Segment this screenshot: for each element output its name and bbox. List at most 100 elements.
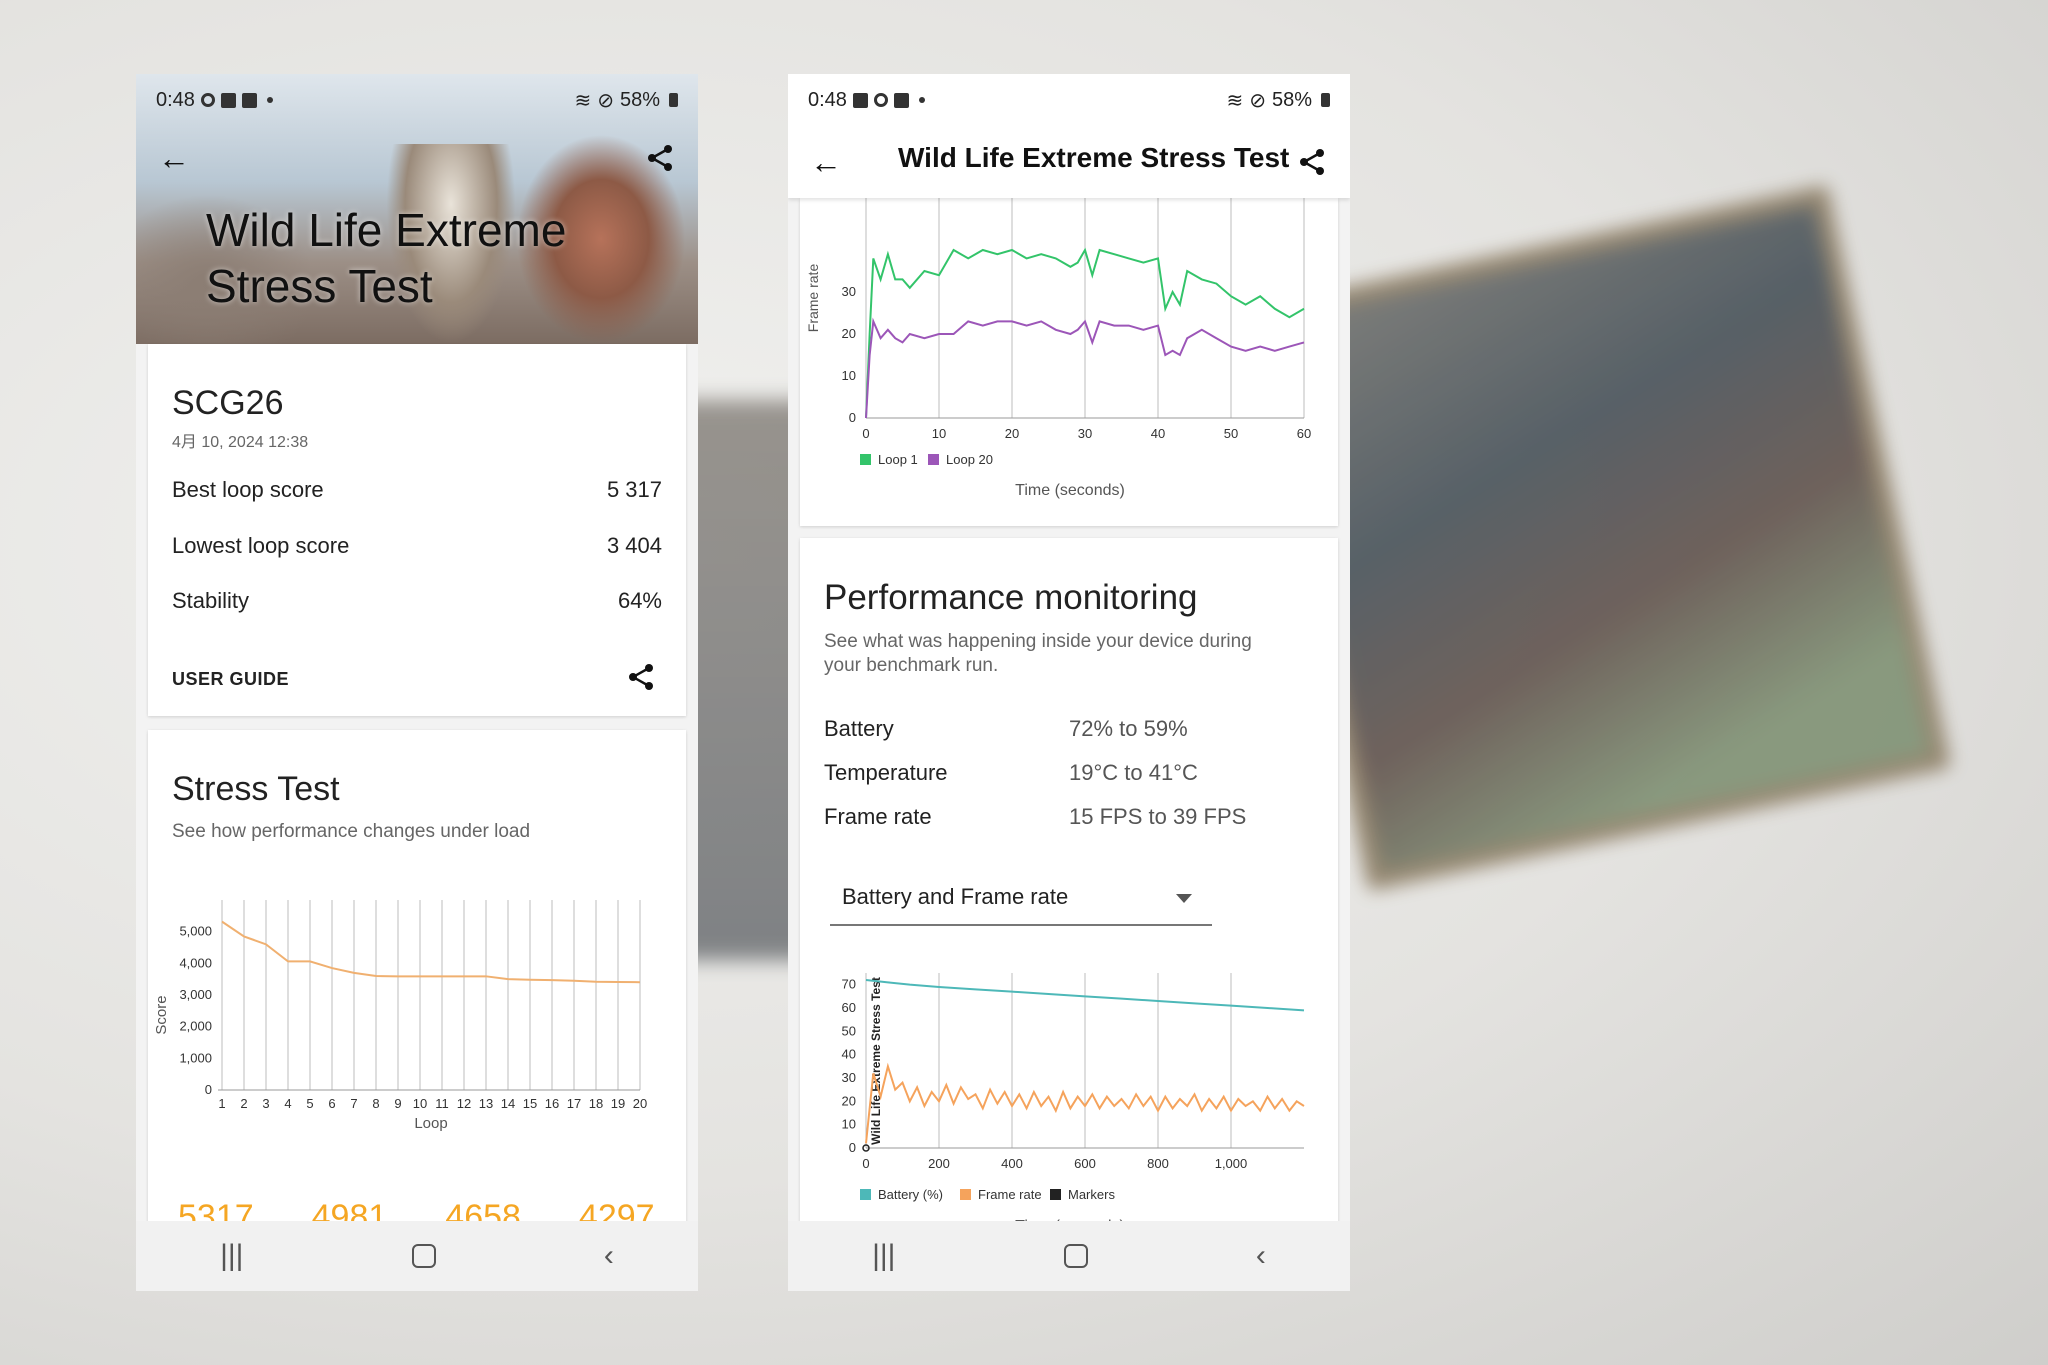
x-tick-label: 11	[435, 1096, 449, 1111]
plus-status-icon	[241, 92, 257, 108]
nav-back-icon[interactable]: ‹	[604, 1239, 614, 1273]
stress-test-card: Stress Test See how performance changes …	[148, 730, 686, 1250]
legend-swatch	[1050, 1189, 1061, 1200]
wifi-icon: ≋	[1226, 89, 1244, 112]
x-tick-label: 4	[284, 1096, 291, 1111]
score-series-line	[221, 920, 641, 984]
x-tick-label: 1	[218, 1096, 225, 1111]
y-tick-label: 70	[842, 977, 856, 992]
legend-swatch	[960, 1189, 971, 1200]
settings-status-icon	[873, 93, 888, 107]
x-axis-label: Loop	[414, 1115, 447, 1132]
best-loop-row: Best loop score 5 317	[172, 477, 662, 503]
loop-score-chart: 1 2 3 4 5 6 7 8 9 10 11 12 13 14 15 16 17 18 19 2001,0002,0…	[153, 900, 647, 1132]
nav-back-icon[interactable]: ‹	[1256, 1239, 1266, 1273]
x-tick-label: 60	[1297, 426, 1311, 441]
y-tick-label: 10	[842, 1117, 856, 1132]
performance-title: Performance monitoring	[824, 578, 1198, 617]
row-label: Stability	[172, 588, 250, 613]
system-nav-bar: ||| ‹	[788, 1221, 1350, 1291]
recents-icon[interactable]: |||	[220, 1239, 243, 1273]
left-phone-screen: Wild Life Extreme Stress Test 0:48 ≋ ⊘ 5…	[136, 74, 698, 1291]
share-result-icon[interactable]	[626, 662, 656, 697]
legend-label: Markers	[1068, 1187, 1115, 1202]
frame-rate-row: Frame rate 15 FPS to 39 FPS	[824, 804, 1314, 830]
row-value: 72% to 59%	[1069, 716, 1188, 741]
dropdown-caret-icon	[1176, 894, 1192, 903]
recents-icon[interactable]: |||	[872, 1239, 895, 1273]
y-tick-label: 40	[842, 1047, 856, 1062]
share-icon[interactable]	[640, 138, 680, 178]
y-tick-label: 30	[842, 284, 856, 299]
row-label: Lowest loop score	[172, 533, 350, 558]
y-tick-label: 3,000	[179, 987, 212, 1002]
y-tick-label: 50	[842, 1023, 856, 1038]
y-tick-label: 20	[842, 326, 856, 341]
legend-label: Battery (%)	[878, 1187, 943, 1202]
x-tick-label: 13	[479, 1096, 493, 1111]
home-icon[interactable]	[411, 1244, 436, 1268]
summary-card: SCG26 4月 10, 2024 12:38 Best loop score …	[148, 344, 686, 716]
background-tablet-photo	[1244, 184, 1952, 892]
y-tick-label: 30	[842, 1070, 856, 1085]
y-tick-label: 20	[842, 1093, 856, 1108]
performance-monitoring-card: Performance monitoring See what was happ…	[800, 538, 1338, 1272]
x-tick-label: 800	[1147, 1156, 1169, 1171]
right-phone-screen: 0:48 ≋ ⊘ 58% ← Wild Life Extreme Stress …	[788, 74, 1350, 1291]
frame-rate-chart-card: 0 10 20 30 40 50 60 0 10 20 30 Frame rate Loop 1 Loop…	[800, 198, 1338, 526]
gallery-status-icon	[852, 92, 868, 108]
y-axis-label: Score	[153, 995, 170, 1034]
row-label: Temperature	[824, 760, 948, 785]
legend-label: Loop 20	[946, 452, 993, 467]
x-tick-label: 20	[633, 1096, 647, 1111]
y-tick-label: 0	[205, 1082, 212, 1097]
gallery-status-icon	[220, 92, 236, 108]
home-icon[interactable]	[1063, 1244, 1088, 1268]
more-dot-icon	[918, 97, 925, 103]
x-tick-label: 15	[523, 1096, 537, 1111]
y-tick-label: 10	[842, 368, 856, 383]
x-tick-label: 0	[862, 426, 869, 441]
back-arrow-icon[interactable]: ←	[806, 142, 846, 182]
x-tick-label: 400	[1001, 1156, 1023, 1171]
x-tick-label: 16	[545, 1096, 559, 1111]
y-tick-label: 0	[849, 410, 856, 425]
legend-label: Frame rate	[978, 1187, 1042, 1202]
battery-percent: 58%	[619, 88, 660, 111]
legend-swatch	[860, 454, 871, 465]
wifi-icon: ≋	[574, 89, 592, 112]
performance-subtitle: See what was happening inside your devic…	[824, 631, 1252, 676]
y-axis-label: Frame rate	[805, 264, 821, 333]
y-tick-label: 0	[849, 1140, 856, 1155]
result-date: 4月 10, 2024 12:38	[172, 434, 309, 451]
row-value: 5 317	[606, 477, 662, 502]
back-arrow-icon[interactable]: ←	[154, 138, 194, 178]
x-tick-label: 7	[350, 1096, 357, 1111]
legend-swatch	[928, 454, 939, 465]
x-tick-label: 30	[1078, 426, 1092, 441]
status-time: 0:48	[808, 88, 847, 111]
lowest-loop-row: Lowest loop score 3 404	[172, 533, 662, 559]
temperature-row: Temperature 19°C to 41°C	[824, 760, 1314, 786]
x-tick-label: 19	[611, 1096, 625, 1111]
x-tick-label: 2	[240, 1096, 247, 1111]
x-axis-label: Time (seconds)	[1015, 482, 1125, 499]
chart-selector-dropdown[interactable]: Battery and Frame rate	[830, 868, 1212, 926]
row-value: 3 404	[606, 533, 662, 558]
battery-frame-rate-chart: 0 200 400 600 800 1,000 0 10 20 30 40 50 60 70 Wild Li…	[842, 973, 1305, 1235]
share-icon[interactable]	[1292, 142, 1332, 182]
x-tick-label: 1,000	[1215, 1156, 1248, 1171]
battery-icon	[669, 93, 678, 107]
x-tick-label: 600	[1074, 1156, 1096, 1171]
x-tick-label: 10	[932, 426, 946, 441]
x-tick-label: 10	[413, 1096, 427, 1111]
x-tick-label: 9	[394, 1096, 401, 1111]
system-nav-bar: ||| ‹	[136, 1221, 698, 1291]
x-tick-label: 17	[567, 1096, 581, 1111]
user-guide-link[interactable]: USER GUIDE	[172, 669, 289, 690]
row-value: 64%	[617, 588, 662, 613]
frame-rate-chart: 0 10 20 30 40 50 60 0 10 20 30 Frame rate Loop 1 Loop…	[805, 198, 1311, 499]
row-value: 15 FPS to 39 FPS	[1069, 804, 1247, 829]
y-tick-label: 4,000	[179, 955, 212, 970]
dnd-icon: ⊘	[597, 89, 614, 112]
